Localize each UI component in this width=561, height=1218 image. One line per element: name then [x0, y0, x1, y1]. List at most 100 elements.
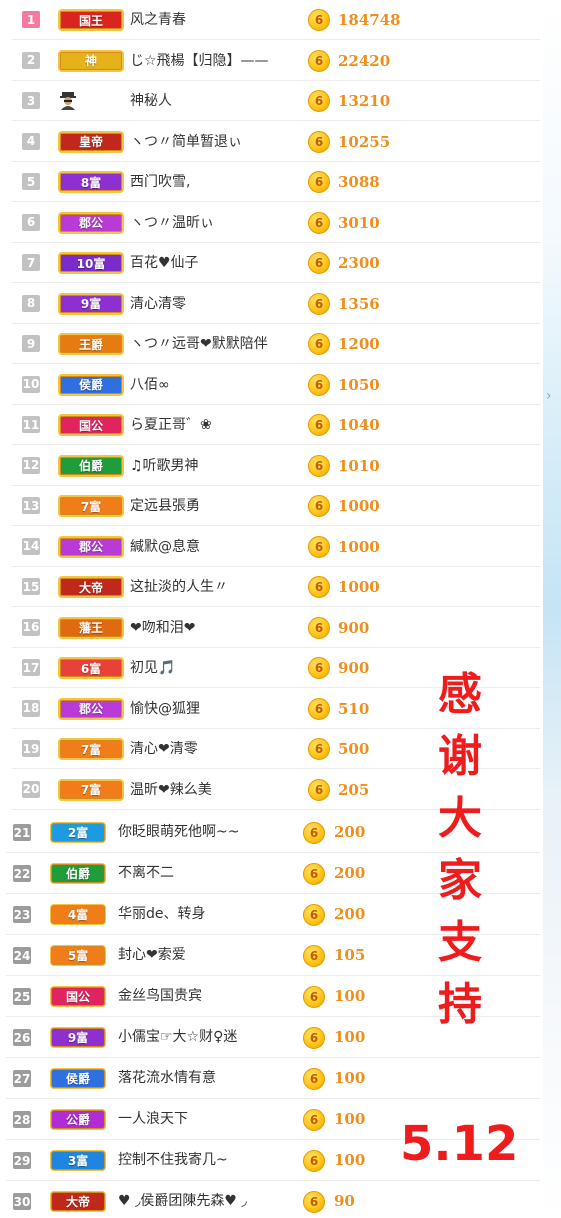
- rank-number: 7: [22, 254, 40, 271]
- coin-icon: 6: [303, 863, 325, 885]
- user-nickname[interactable]: 封心❤索爱: [118, 945, 293, 965]
- user-nickname[interactable]: ら夏正哥゛❀: [130, 415, 305, 435]
- rank-title-badge: 侯爵: [58, 373, 124, 396]
- coin-icon: 6: [308, 778, 330, 801]
- rank-number: 25: [13, 988, 31, 1005]
- list-item[interactable]: 13 7富 定远县張勇 6 1000: [12, 486, 540, 526]
- score-value: 184748: [338, 11, 401, 29]
- list-item[interactable]: 6 郡公 ヽつ〃温昕ぃ 6 3010: [12, 203, 540, 243]
- rank-number: 19: [22, 740, 40, 757]
- coin-icon: 6: [308, 252, 330, 274]
- list-item[interactable]: 16 藩王 ❤吻和泪❤ 6 900: [12, 608, 540, 648]
- list-item[interactable]: 8 9富 清心清零 6 1356: [12, 284, 540, 324]
- coin-icon: 6: [303, 986, 325, 1008]
- score-value: 510: [338, 699, 370, 718]
- user-nickname[interactable]: 神秘人: [130, 91, 305, 111]
- coin-icon: 6: [308, 495, 330, 517]
- score-value: 100: [334, 1069, 366, 1087]
- rank-title-badge: 国公: [50, 986, 106, 1007]
- user-nickname[interactable]: 愉快@狐狸: [130, 699, 305, 719]
- thanks-char: 感: [438, 669, 482, 720]
- list-item[interactable]: 10 侯爵 八佰∞ 6 1050: [12, 365, 540, 405]
- user-nickname[interactable]: 清心❤清零: [130, 739, 305, 759]
- user-nickname[interactable]: 百花♥仙子: [130, 253, 305, 273]
- rank-title-badge: 皇帝: [58, 130, 124, 153]
- coin-icon: 6: [308, 211, 330, 234]
- user-nickname[interactable]: 你眨眼萌死他啊~~: [118, 822, 293, 842]
- list-item[interactable]: 7 10富 百花♥仙子 6 2300: [12, 243, 540, 283]
- score-value: 10255: [338, 132, 391, 151]
- thanks-char: 家: [438, 855, 482, 906]
- thanks-char: 大: [438, 793, 482, 844]
- rank-number: 24: [13, 947, 31, 964]
- list-item[interactable]: 5 8富 西门吹雪, 6 3088: [12, 162, 540, 202]
- rank-title-badge: 伯爵: [50, 863, 106, 884]
- user-nickname[interactable]: ♫听歌男神: [130, 456, 305, 476]
- user-nickname[interactable]: 控制不住我寄几~: [118, 1150, 293, 1170]
- coin-icon: 6: [303, 904, 325, 926]
- coin-icon: 6: [308, 90, 330, 112]
- rank-title-badge: 国公: [58, 414, 124, 436]
- rank-number: 6: [22, 213, 40, 231]
- rank-title-badge: 6富: [58, 657, 124, 679]
- rank-number: 20: [22, 780, 40, 798]
- thanks-char: 谢: [438, 731, 482, 782]
- rank-title-badge: 郡公: [58, 211, 124, 234]
- user-nickname[interactable]: 这扯淡的人生〃: [130, 577, 305, 597]
- list-item[interactable]: 14 郡公 緘默@息意 6 1000: [12, 527, 540, 567]
- list-item[interactable]: 4 皇帝 ヽつ〃简单暂退ぃ 6 10255: [12, 122, 540, 162]
- user-nickname[interactable]: 小儒宝☞大☆财♀迷: [118, 1027, 293, 1047]
- user-nickname[interactable]: 清心清零: [130, 294, 305, 314]
- list-item[interactable]: 27 侯爵 落花流水情有意 6 100: [6, 1058, 540, 1099]
- user-nickname[interactable]: 华丽de、转身: [118, 904, 293, 924]
- user-nickname[interactable]: ヽつ〃温昕ぃ: [130, 213, 305, 233]
- rank-number: 2: [22, 51, 40, 69]
- user-nickname[interactable]: ♥ ◞侯爵团陳先森♥ ◞: [118, 1191, 293, 1211]
- user-nickname[interactable]: 西门吹雪,: [130, 172, 305, 192]
- user-nickname[interactable]: 温昕❤辣么美: [130, 780, 305, 800]
- coin-icon: 6: [308, 616, 330, 639]
- list-item[interactable]: 12 伯爵 ♫听歌男神 6 1010: [12, 446, 540, 486]
- leaderboard-screen: 1 国王 风之青春 6 184748 2 神じ☆飛楊【归隐】—— 6 22420 3 神秘人 6 132…: [0, 0, 561, 1218]
- user-nickname[interactable]: 八佰∞: [130, 375, 305, 395]
- rank-number: 9: [22, 335, 40, 352]
- list-item[interactable]: 30 大帝 ♥ ◞侯爵团陳先森♥ ◞ 6 90: [6, 1181, 540, 1218]
- list-item[interactable]: 1 国王 风之青春 6 184748: [12, 0, 540, 40]
- rank-title-badge: 大帝: [50, 1191, 106, 1212]
- user-nickname[interactable]: 金丝鸟国贵宾: [118, 986, 293, 1006]
- rank-title-badge: 2富: [50, 822, 106, 843]
- list-item[interactable]: 9 王爵 ヽつ〃远哥❤默默陪伴 6 1200: [12, 324, 540, 364]
- list-item[interactable]: 2 神じ☆飛楊【归隐】—— 6 22420: [12, 41, 540, 81]
- list-item[interactable]: 15 大帝 这扯淡的人生〃 6 1000: [12, 567, 540, 607]
- user-nickname[interactable]: 不离不二: [118, 863, 293, 883]
- user-nickname[interactable]: ヽつ〃简单暂退ぃ: [130, 132, 305, 152]
- rank-title-badge: 9富: [50, 1027, 106, 1048]
- user-nickname[interactable]: 落花流水情有意: [118, 1068, 293, 1088]
- score-value: 100: [334, 987, 366, 1005]
- rank-title-badge: 7富: [58, 778, 124, 801]
- date-label: 5.12: [400, 1116, 519, 1172]
- coin-icon: 6: [303, 1150, 325, 1172]
- user-nickname[interactable]: 初见🎵: [130, 658, 305, 678]
- thanks-char: 持: [438, 979, 482, 1030]
- user-nickname[interactable]: 緘默@息意: [130, 537, 305, 557]
- coin-icon: 6: [303, 1027, 325, 1049]
- list-item[interactable]: 11 国公 ら夏正哥゛❀ 6 1040: [12, 405, 540, 445]
- rank-title-badge: 藩王: [58, 616, 124, 639]
- score-value: 1200: [338, 335, 380, 353]
- score-value: 13210: [338, 92, 391, 110]
- user-nickname[interactable]: ❤吻和泪❤: [130, 618, 305, 638]
- score-value: 1010: [338, 456, 380, 475]
- rank-number: 1: [22, 11, 40, 28]
- rank-number: 8: [22, 294, 40, 312]
- user-nickname[interactable]: 一人浪天下: [118, 1109, 293, 1129]
- chevron-right-icon[interactable]: ›: [546, 388, 552, 404]
- user-nickname[interactable]: 风之青春: [130, 10, 305, 30]
- user-nickname[interactable]: じ☆飛楊【归隐】——: [130, 51, 305, 71]
- list-item[interactable]: 3 神秘人 6 13210: [12, 81, 540, 121]
- user-nickname[interactable]: ヽつ〃远哥❤默默陪伴: [130, 334, 305, 354]
- rank-number: 29: [13, 1152, 31, 1169]
- user-nickname[interactable]: 定远县張勇: [130, 496, 305, 516]
- coin-icon: 6: [303, 1068, 325, 1090]
- rank-title-badge: 9富: [58, 292, 124, 315]
